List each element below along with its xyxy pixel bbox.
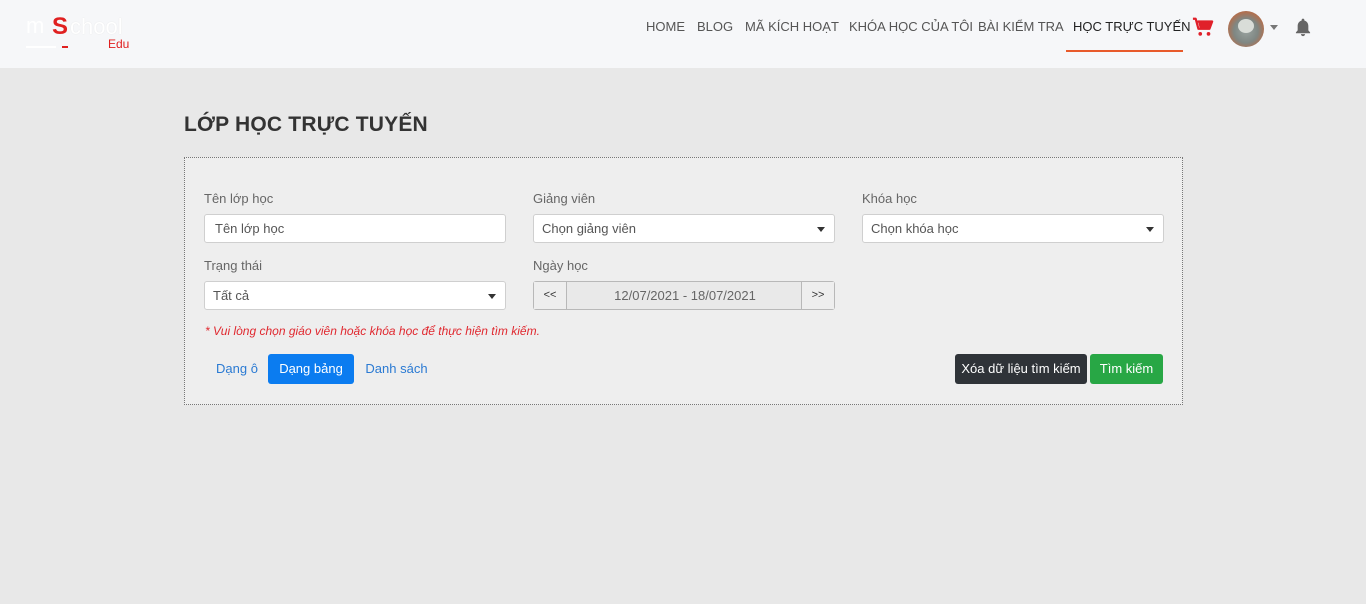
class-name-label: Tên lớp học <box>204 191 274 206</box>
clear-search-button[interactable]: Xóa dữ liệu tìm kiếm <box>955 354 1087 384</box>
search-filter-panel: Tên lớp học Giảng viên Chọn giảng viên K… <box>184 157 1183 405</box>
nav-item-my-courses[interactable]: KHÓA HỌC CỦA TÔI <box>849 19 973 35</box>
view-list-button[interactable]: Danh sách <box>355 354 438 384</box>
search-button[interactable]: Tìm kiếm <box>1090 354 1163 384</box>
search-hint-note: * Vui lòng chọn giáo viên hoặc khóa học … <box>205 324 540 338</box>
course-select[interactable]: Chọn khóa học <box>862 214 1164 243</box>
mschool-logo[interactable]: m S chool Edu <box>26 12 138 52</box>
logo-m: m <box>26 13 46 38</box>
top-navbar: m S chool Edu HOME BLOG MÃ KÍCH HOẠT KHÓ… <box>0 0 1366 68</box>
status-label: Trạng thái <box>204 258 263 273</box>
logo-dash <box>62 46 68 48</box>
date-range-value[interactable]: 12/07/2021 - 18/07/2021 <box>568 282 802 309</box>
avatar[interactable] <box>1228 11 1264 47</box>
course-label: Khóa học <box>862 191 917 206</box>
avatar-face <box>1238 19 1254 33</box>
course-select-value: Chọn khóa học <box>871 221 959 236</box>
prev-week-button[interactable]: << <box>534 282 567 309</box>
nav-item-tests[interactable]: BÀI KIỂM TRA <box>978 19 1064 35</box>
caret-down-icon <box>1146 227 1154 232</box>
class-name-input[interactable] <box>204 214 506 243</box>
logo-edu: Edu <box>108 37 130 51</box>
bell-icon[interactable] <box>1293 16 1313 38</box>
nav-item-online-learning[interactable]: HỌC TRỰC TUYẾN <box>1073 19 1191 35</box>
status-select[interactable]: Tất cả <box>204 281 506 310</box>
nav-active-underline <box>1066 50 1183 52</box>
nav-item-activation-code[interactable]: MÃ KÍCH HOẠT <box>745 19 839 35</box>
cart-icon[interactable] <box>1192 16 1214 38</box>
teacher-select-value: Chọn giảng viên <box>542 221 636 236</box>
page-title: LỚP HỌC TRỰC TUYẾN <box>184 113 428 136</box>
date-range-picker: << 12/07/2021 - 18/07/2021 >> <box>533 281 835 310</box>
next-week-button[interactable]: >> <box>801 282 834 309</box>
nav-item-blog[interactable]: BLOG <box>697 19 733 35</box>
nav-item-home[interactable]: HOME <box>646 19 685 35</box>
caret-down-icon <box>488 294 496 299</box>
chevron-down-icon[interactable] <box>1270 25 1278 30</box>
logo-s: S <box>52 13 69 40</box>
teacher-label: Giảng viên <box>533 191 596 206</box>
caret-down-icon <box>817 227 825 232</box>
logo-line <box>26 46 56 48</box>
view-grid-button[interactable]: Dạng ô <box>204 354 270 384</box>
teacher-select[interactable]: Chọn giảng viên <box>533 214 835 243</box>
view-table-button[interactable]: Dạng bảng <box>268 354 354 384</box>
status-select-value: Tất cả <box>213 288 250 303</box>
date-label: Ngày học <box>533 258 588 273</box>
